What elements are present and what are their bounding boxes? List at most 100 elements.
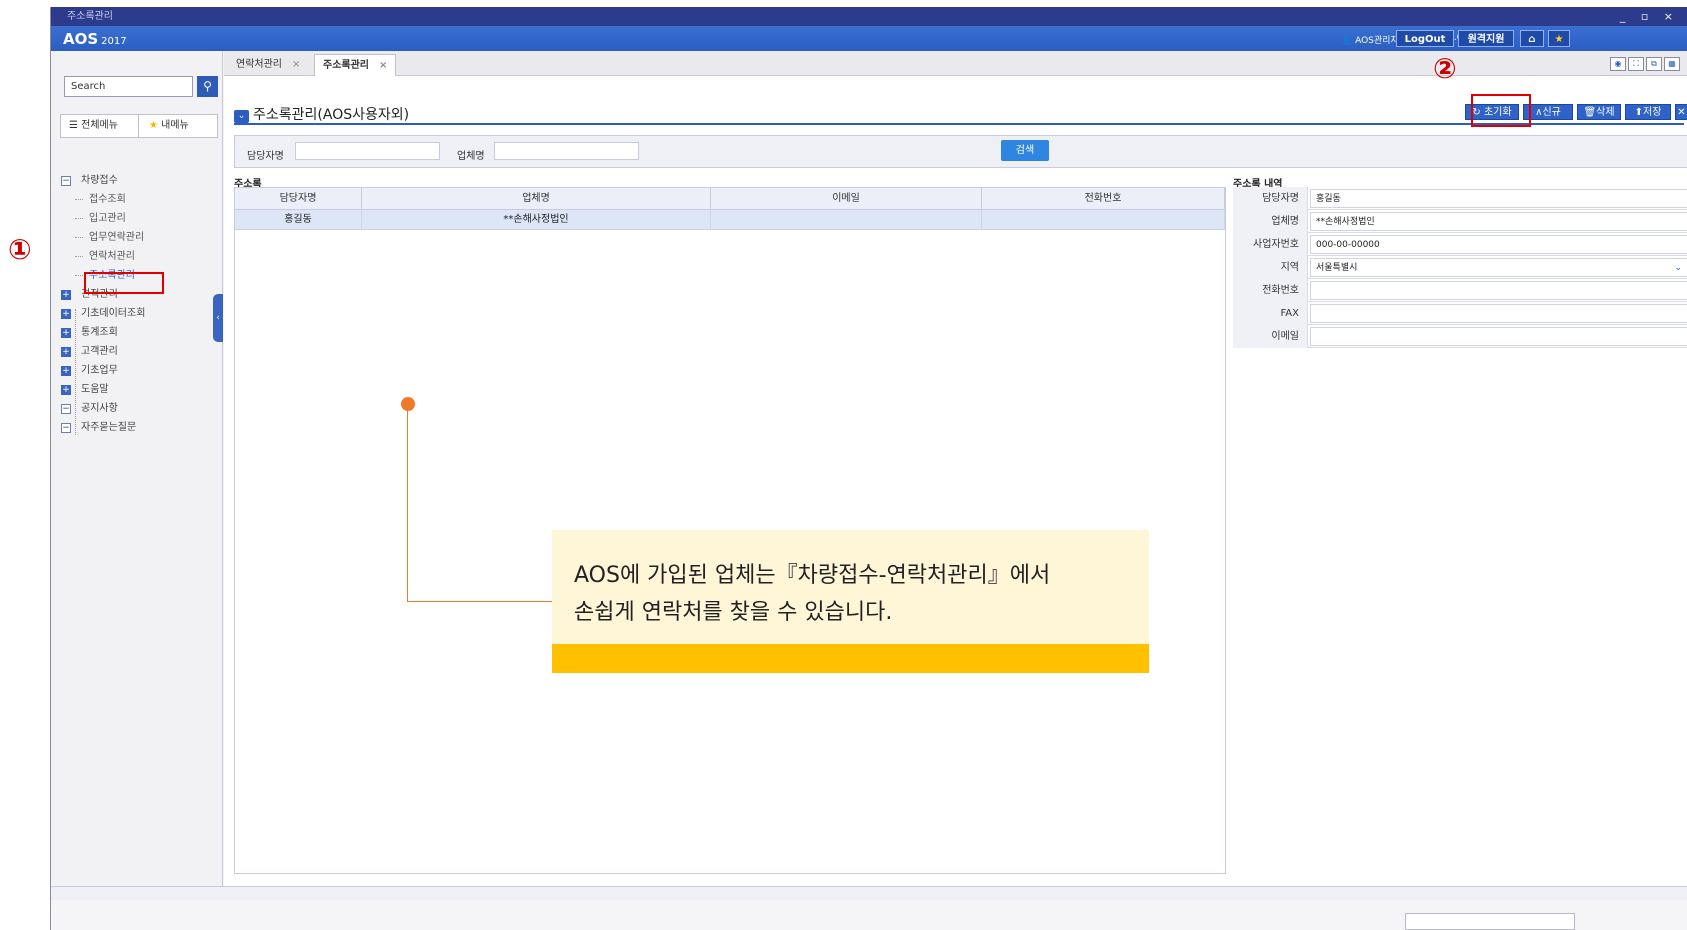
close-button[interactable]: ✕ 닫기 <box>1675 104 1687 120</box>
star-icon[interactable]: ★ <box>1548 30 1570 47</box>
tree-item-base-work[interactable]: + 기초업무 <box>59 361 219 380</box>
column-header[interactable]: 담당자명 <box>235 188 362 210</box>
tree-item-label: 공지사항 <box>81 403 118 414</box>
phone-field[interactable] <box>1310 281 1687 300</box>
manager-input[interactable] <box>295 142 440 160</box>
panel-window-icons: ◉ ⛶ ⧉ ▦ <box>1608 57 1680 71</box>
manager-label: 담당자명 <box>247 151 284 162</box>
company-field[interactable]: **손해사정법인 <box>1310 212 1687 231</box>
tab-contact-management[interactable]: 연락처관리 × <box>228 54 308 76</box>
collapse-icon[interactable]: − <box>61 423 71 433</box>
detail-row-company: 업체명 **손해사정법인 <box>1233 210 1687 233</box>
menu-tabs: ☰ 전체메뉴 ★ 내메뉴 <box>60 114 218 138</box>
detail-row-phone: 전화번호 <box>1233 279 1687 302</box>
expand-icon[interactable]: + <box>61 385 71 395</box>
tab-all-menu[interactable]: ☰ 전체메뉴 <box>69 115 139 137</box>
tree-sub-label: 접수조회 <box>89 194 126 205</box>
field-label: 이메일 <box>1233 325 1308 348</box>
region-select[interactable]: 서울특별시 ⌄ <box>1310 258 1687 277</box>
chevron-down-icon: ⌄ <box>1674 263 1682 273</box>
expand-icon[interactable]: + <box>61 290 71 300</box>
table-cell <box>711 210 982 230</box>
title-divider <box>234 123 1684 125</box>
region-value: 서울특별시 <box>1316 263 1358 273</box>
app-window: 주소록관리 _ ▫ × AOS 2017 👤 AOS관리자님 2021.06.07… <box>50 7 1687 930</box>
search-button[interactable]: 검색 <box>1001 140 1049 161</box>
tree-item-customer[interactable]: + 고객관리 <box>59 342 219 361</box>
window-controls[interactable]: _ ▫ × <box>1620 7 1679 26</box>
delete-button[interactable]: 🗑삭제 <box>1577 104 1621 120</box>
collapse-icon[interactable]: − <box>61 176 71 186</box>
tree-item-base-data[interactable]: + 기초데이터조회 <box>59 304 219 323</box>
detail-row-manager: 담당자명 홍길동 <box>1233 187 1687 210</box>
page-title: ⌄ 주소록관리(AOS사용자외) <box>234 104 409 124</box>
refresh-icon[interactable]: ◉ <box>1610 57 1626 71</box>
annotation-highlight-1 <box>84 272 164 294</box>
column-header[interactable]: 업체명 <box>362 188 711 210</box>
field-label: 담당자명 <box>1233 187 1308 210</box>
email-field[interactable] <box>1310 327 1687 346</box>
remote-support-button[interactable]: 원격지원 <box>1458 30 1514 47</box>
expand-icon[interactable]: + <box>61 309 71 319</box>
tree-item-label: 차량접수 <box>81 175 118 186</box>
grid-header: 담당자명 업체명 이메일 전화번호 <box>235 188 1225 210</box>
callout-line-2: 손쉽게 연락처를 찾을 수 있습니다. <box>574 600 893 625</box>
maximize-icon[interactable]: ⛶ <box>1628 57 1644 71</box>
sidebar: Search ⚲ ☰ 전체메뉴 ★ 내메뉴 − 차량접수 접수조회 입고관리 업무… <box>51 51 223 886</box>
main-panel: 연락처관리 × 주소록관리 × ◉ ⛶ ⧉ ▦ ⌄ 주소록관리(AOS사용자외) ↻ 초기화… <box>224 51 1687 886</box>
tab-bar: 연락처관리 × 주소록관리 × ◉ ⛶ ⧉ ▦ <box>224 51 1687 76</box>
chevron-down-icon[interactable]: ⌄ <box>234 110 249 123</box>
home-icon[interactable]: ⌂ <box>1520 30 1544 47</box>
fax-field[interactable] <box>1310 304 1687 323</box>
tab-my-menu[interactable]: ★ 내메뉴 <box>149 115 217 137</box>
callout-dot <box>401 397 415 411</box>
top-bar: AOS 2017 👤 AOS관리자님 2021.06.07 LogOut 원격지원… <box>51 26 1687 51</box>
expand-icon[interactable]: + <box>61 366 71 376</box>
tree-item-vehicle-reception[interactable]: − 차량접수 <box>59 171 219 190</box>
collapse-icon[interactable]: − <box>61 404 71 414</box>
tree-item-faq[interactable]: − 자주묻는질문 <box>59 418 219 437</box>
tab-label: 연락처관리 <box>236 59 282 70</box>
tree-item-statistics[interactable]: + 통계조회 <box>59 323 219 342</box>
detail-form: 담당자명 홍길동 업체명 **손해사정법인 사업자번호 000-00-00000 지역… <box>1233 187 1687 348</box>
search-icon[interactable]: ⚲ <box>197 76 218 97</box>
tree-sub-label: 업무연락관리 <box>89 232 145 243</box>
tab-close-icon[interactable]: × <box>292 59 300 70</box>
tree-sub-reception-search[interactable]: 접수조회 <box>59 190 219 209</box>
table-cell: 홍길동 <box>235 210 362 230</box>
table-cell: **손해사정법인 <box>362 210 711 230</box>
sidebar-collapse-icon[interactable]: ‹ <box>213 294 223 342</box>
detail-row-fax: FAX <box>1233 302 1687 325</box>
table-row[interactable]: 홍길동 **손해사정법인 <box>235 210 1225 230</box>
tree-item-notice[interactable]: − 공지사항 <box>59 399 219 418</box>
callout-bar <box>552 644 1149 673</box>
tree-sub-business-contact[interactable]: 업무연락관리 <box>59 228 219 247</box>
company-input[interactable] <box>494 142 639 160</box>
column-header[interactable]: 전화번호 <box>982 188 1225 210</box>
save-button[interactable]: ⬆저장 <box>1625 104 1671 120</box>
expand-icon[interactable]: + <box>61 347 71 357</box>
tree-sub-label: 입고관리 <box>89 213 126 224</box>
tile-icon[interactable]: ▦ <box>1664 57 1680 71</box>
manager-field[interactable]: 홍길동 <box>1310 189 1687 208</box>
company-label: 업체명 <box>457 151 485 162</box>
expand-icon[interactable]: + <box>61 328 71 338</box>
detail-row-region: 지역 서울특별시 ⌄ <box>1233 256 1687 279</box>
tree-item-help[interactable]: + 도움말 <box>59 380 219 399</box>
hamburger-icon: ☰ <box>69 120 78 131</box>
restore-icon[interactable]: ⧉ <box>1646 57 1662 71</box>
tree-sub-inbound[interactable]: 입고관리 <box>59 209 219 228</box>
tab-address-book[interactable]: 주소록관리 × <box>314 54 397 76</box>
tab-close-icon[interactable]: × <box>379 60 387 71</box>
tree-item-label: 도움말 <box>81 384 109 395</box>
column-header[interactable]: 이메일 <box>711 188 982 210</box>
annotation-number-1: ① <box>8 233 32 266</box>
tree-item-label: 통계조회 <box>81 327 118 338</box>
tree-item-label: 자주묻는질문 <box>81 422 137 433</box>
business-number-field[interactable]: 000-00-00000 <box>1310 235 1687 254</box>
tree-sub-contact-management[interactable]: 연락처관리 <box>59 247 219 266</box>
search-input[interactable]: Search <box>64 76 193 97</box>
user-icon: 👤 <box>1341 36 1353 46</box>
logo-text: AOS <box>63 30 99 48</box>
logout-button[interactable]: LogOut <box>1396 30 1454 47</box>
